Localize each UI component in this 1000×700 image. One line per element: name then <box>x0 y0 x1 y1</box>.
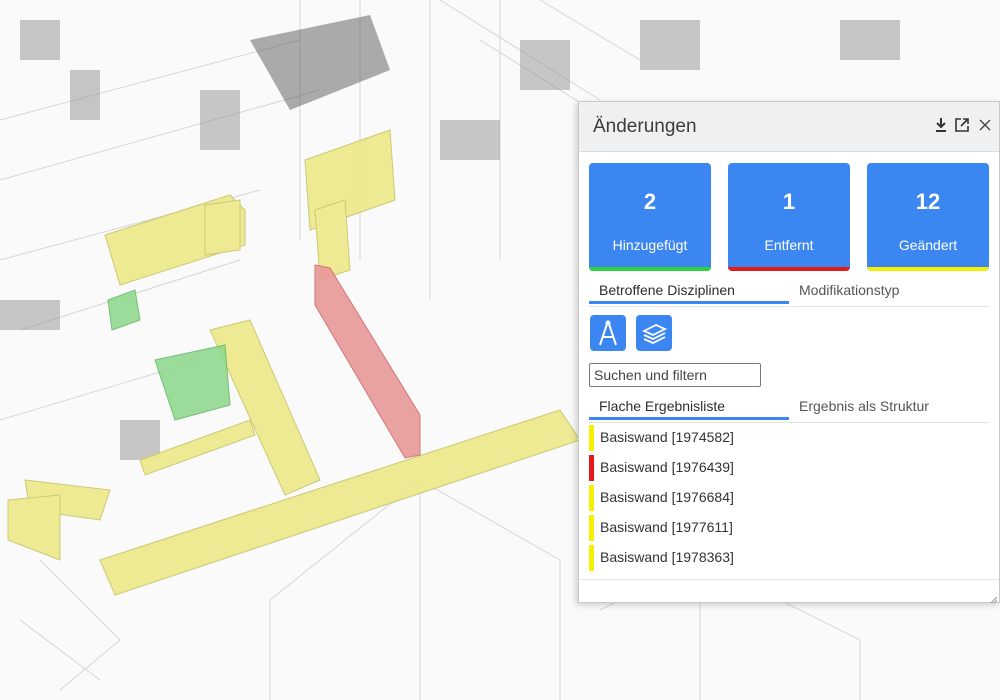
status-indicator <box>589 545 594 571</box>
popout-icon[interactable] <box>953 116 971 134</box>
list-item[interactable]: Basiswand [1976439] <box>589 453 989 483</box>
list-item[interactable]: Basiswand [1977611] <box>589 513 989 543</box>
changes-panel: Änderungen 2 Hinzugefügt 1 Entfernt 12 G… <box>578 101 1000 604</box>
tab-affected-disciplines[interactable]: Betroffene Disziplinen <box>589 282 789 304</box>
status-indicator <box>589 425 594 451</box>
panel-footer <box>579 579 999 604</box>
added-card[interactable]: 2 Hinzugefügt <box>589 163 711 271</box>
status-indicator <box>589 455 594 481</box>
changed-indicator <box>867 267 989 271</box>
list-item-label: Basiswand [1976439] <box>600 459 734 475</box>
structure-discipline-button[interactable] <box>636 315 672 351</box>
compass-icon <box>590 320 626 355</box>
list-item-label: Basiswand [1974582] <box>600 429 734 445</box>
list-item[interactable]: Basiswand [1978363] <box>589 543 989 573</box>
changed-count: 12 <box>915 189 941 214</box>
layers-icon <box>636 324 672 355</box>
change-summary: 2 Hinzugefügt 1 Entfernt 12 Geändert <box>589 163 999 273</box>
list-item-label: Basiswand [1978363] <box>600 549 734 565</box>
architecture-discipline-button[interactable] <box>590 315 626 351</box>
results-list[interactable]: Basiswand [1974582] Basiswand [1976439] … <box>589 423 989 583</box>
list-item[interactable]: Basiswand [1976684] <box>589 483 989 513</box>
tab-tree-view[interactable]: Ergebnis als Struktur <box>789 398 989 420</box>
panel-header[interactable]: Änderungen <box>579 102 999 152</box>
tab-modification-type[interactable]: Modifikationstyp <box>789 282 989 304</box>
panel-title: Änderungen <box>593 116 697 137</box>
filter-tabs: Betroffene Disziplinen Modifikationstyp <box>589 282 989 307</box>
removed-card[interactable]: 1 Entfernt <box>728 163 850 271</box>
status-indicator <box>589 515 594 541</box>
added-count: 2 <box>643 189 657 214</box>
removed-indicator <box>728 267 850 271</box>
tab-flat-list[interactable]: Flache Ergebnisliste <box>589 398 789 420</box>
added-indicator <box>589 267 711 271</box>
status-indicator <box>589 485 594 511</box>
close-icon[interactable] <box>976 116 994 134</box>
search-input[interactable] <box>589 363 761 387</box>
removed-count: 1 <box>782 189 796 214</box>
list-item-label: Basiswand [1976684] <box>600 489 734 505</box>
changed-card[interactable]: 12 Geändert <box>867 163 989 271</box>
changed-label: Geändert <box>898 237 958 253</box>
resize-grip-icon[interactable] <box>988 591 998 604</box>
removed-label: Entfernt <box>764 237 814 253</box>
added-label: Hinzugefügt <box>612 237 688 253</box>
list-item[interactable]: Basiswand [1974582] <box>589 423 989 453</box>
download-icon[interactable] <box>932 116 950 134</box>
result-view-tabs: Flache Ergebnisliste Ergebnis als Strukt… <box>589 398 989 423</box>
list-item-label: Basiswand [1977611] <box>600 519 733 535</box>
